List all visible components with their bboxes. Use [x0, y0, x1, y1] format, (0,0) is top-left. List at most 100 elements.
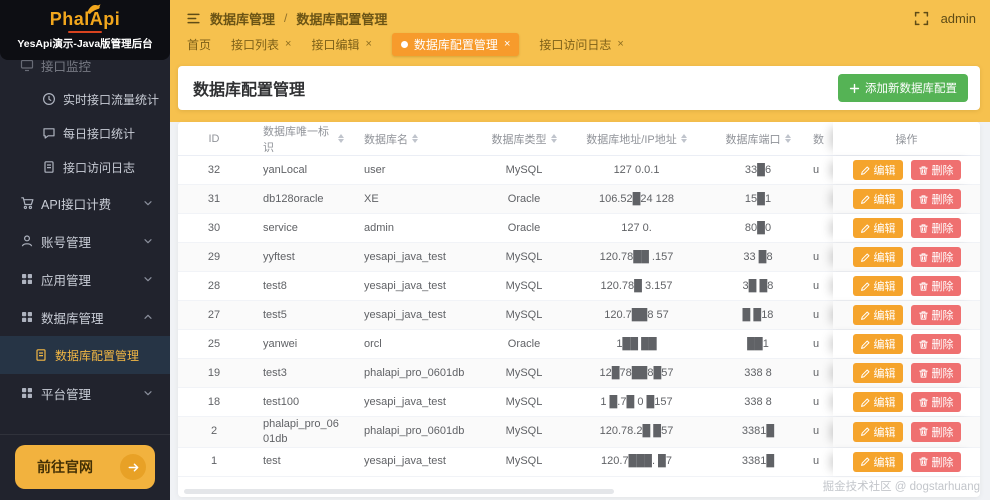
sidebar-item-daily-stats[interactable]: 每日接口统计: [0, 116, 170, 150]
edit-icon: [860, 456, 871, 467]
tab-item-1[interactable]: 接口列表 ×: [231, 36, 291, 53]
breadcrumb-item-parent[interactable]: 数据库管理: [210, 9, 275, 28]
active-tab-dot: [400, 40, 408, 48]
delete-button[interactable]: 删除: [910, 247, 961, 267]
cell-db-name: yesapi_java_test: [364, 250, 446, 263]
sidebar-item-label: 接口访问日志: [63, 160, 136, 175]
sidebar-item-account-mgmt[interactable]: 账号管理: [0, 222, 170, 260]
column-header-label: 数据库类型: [491, 133, 547, 146]
sidebar-item-api-monitor[interactable]: 接口监控: [0, 60, 170, 82]
sidebar-item-app-mgmt[interactable]: 应用管理: [0, 260, 170, 298]
table-header-row: ID 数据库唯一标识 数据库名 数据库类型 数据库地址/IP地址 数据库端口 数 操作: [178, 122, 980, 156]
sort-caret-icon[interactable]: [338, 134, 344, 143]
cell-db-type: Oracle: [507, 221, 541, 234]
sort-caret-icon[interactable]: [412, 134, 418, 143]
trash-icon: [918, 397, 929, 408]
cell-actions: 编辑 删除: [833, 359, 980, 387]
sidebar-item-realtime-traffic[interactable]: 实时接口流量统计: [0, 82, 170, 116]
delete-button[interactable]: 删除: [910, 334, 961, 354]
collapse-menu-icon[interactable]: [186, 11, 201, 26]
edit-button[interactable]: 编辑: [852, 189, 903, 209]
delete-button[interactable]: 删除: [910, 392, 961, 412]
cell-db-host: 1 █.7█ 0 █157: [600, 395, 673, 408]
delete-button[interactable]: 删除: [910, 189, 961, 209]
cell-db-port: 3381█: [741, 425, 775, 438]
tab-item-2[interactable]: 接口编辑 ×: [311, 36, 371, 53]
edit-button[interactable]: 编辑: [852, 421, 903, 442]
delete-button[interactable]: 删除: [910, 421, 961, 442]
edit-button[interactable]: 编辑: [852, 392, 903, 412]
edit-button[interactable]: 编辑: [852, 334, 903, 354]
column-header-db-name[interactable]: 数据库名: [350, 131, 478, 147]
horizontal-scrollbar[interactable]: [184, 489, 614, 494]
sidebar-item-access-log[interactable]: 接口访问日志: [0, 150, 170, 184]
cell-db-key: test100: [263, 395, 300, 408]
edit-icon: [860, 194, 871, 205]
fullscreen-icon[interactable]: [914, 11, 929, 26]
column-header-db-host[interactable]: 数据库地址/IP地址: [570, 131, 703, 147]
official-site-button[interactable]: 前往官网: [15, 445, 155, 489]
edit-button[interactable]: 编辑: [852, 451, 903, 472]
delete-button[interactable]: 删除: [910, 305, 961, 325]
delete-button[interactable]: 删除: [910, 276, 961, 296]
delete-label: 删除: [931, 252, 954, 264]
cell-actions: 编辑 删除: [833, 272, 980, 300]
tab-item-4[interactable]: 接口访问日志 ×: [539, 36, 623, 53]
close-icon[interactable]: ×: [617, 38, 623, 50]
column-header-actions: 操作: [833, 122, 980, 155]
delete-button[interactable]: 删除: [910, 363, 961, 383]
close-icon[interactable]: ×: [285, 38, 291, 50]
column-header-db-type[interactable]: 数据库类型: [478, 131, 570, 147]
tab-home[interactable]: 首页: [187, 36, 211, 53]
sidebar-item-api-billing[interactable]: API接口计费: [0, 184, 170, 222]
close-icon[interactable]: ×: [365, 38, 371, 50]
sort-caret-icon[interactable]: [784, 134, 791, 143]
cell-db-host: 1██ ██: [616, 337, 657, 350]
cell-db-user: u: [813, 366, 820, 379]
sidebar-item-db-config-mgmt[interactable]: 数据库配置管理: [0, 336, 170, 374]
cell-db-port: 80█0: [744, 221, 772, 234]
cell-db-host: 106.52█24 128: [598, 192, 675, 205]
table-body: 32 yanLocal user MySQL 127 0.0.1 33█6 u 编辑 删除 31 d…: [178, 156, 980, 477]
add-database-button[interactable]: 添加新数据库配置: [838, 74, 968, 102]
edit-button[interactable]: 编辑: [852, 247, 903, 267]
cell-db-port: 3█ █8: [742, 279, 774, 292]
edit-button[interactable]: 编辑: [852, 363, 903, 383]
edit-button[interactable]: 编辑: [852, 305, 903, 325]
close-icon[interactable]: ×: [504, 38, 510, 50]
cell-db-name: phalapi_pro_0601db: [364, 366, 465, 379]
edit-button[interactable]: 编辑: [852, 276, 903, 296]
trash-icon: [918, 252, 929, 263]
edit-button[interactable]: 编辑: [852, 160, 903, 180]
cell-id: 27: [207, 308, 221, 321]
delete-button[interactable]: 删除: [910, 218, 961, 238]
delete-button[interactable]: 删除: [910, 451, 961, 472]
sort-caret-icon[interactable]: [550, 134, 557, 143]
doc-icon: [34, 348, 48, 362]
sidebar-item-label: 实时接口流量统计: [63, 92, 160, 107]
column-header-db-key[interactable]: 数据库唯一标识: [250, 123, 350, 155]
username[interactable]: admin: [941, 11, 976, 26]
trash-icon: [918, 456, 929, 467]
cell-db-port: 338 8: [744, 395, 772, 408]
tab-item-3-active[interactable]: 数据库配置管理 ×: [391, 32, 520, 56]
cell-db-key: yanwei: [263, 337, 298, 350]
edit-label: 编辑: [873, 426, 896, 439]
sort-caret-icon[interactable]: [680, 134, 687, 143]
column-header-db-port[interactable]: 数据库端口: [703, 131, 813, 147]
user-area: admin: [914, 9, 976, 27]
cell-db-user: u: [813, 250, 820, 263]
edit-icon: [860, 426, 871, 437]
sidebar-item-database-mgmt[interactable]: 数据库管理: [0, 298, 170, 336]
cell-db-type: MySQL: [505, 366, 543, 379]
grid-icon: [20, 272, 34, 286]
grid-icon: [20, 310, 34, 324]
cell-db-key: phalapi_pro_0601db: [263, 418, 339, 445]
chevron-down-icon: [142, 387, 154, 399]
edit-icon: [860, 252, 871, 263]
sidebar-item-platform-mgmt[interactable]: 平台管理: [0, 374, 170, 412]
trash-icon: [918, 281, 929, 292]
edit-button[interactable]: 编辑: [852, 218, 903, 238]
delete-button[interactable]: 删除: [910, 160, 961, 180]
cell-db-port: 33█6: [744, 163, 772, 176]
